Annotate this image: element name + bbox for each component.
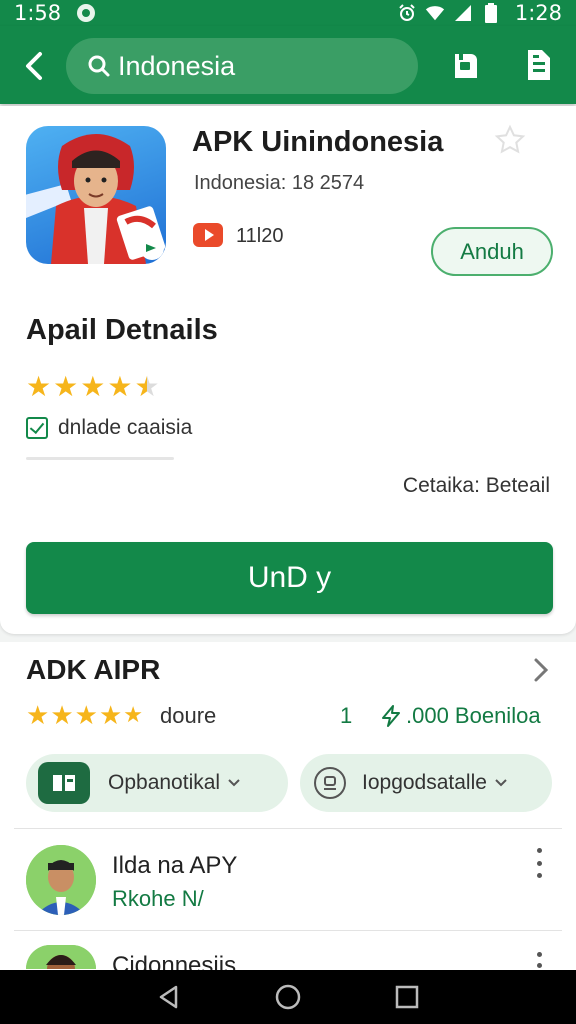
app-icon[interactable] xyxy=(26,126,166,264)
star-icon: ★ xyxy=(123,702,143,727)
star-icon: ★ xyxy=(26,700,50,730)
apk-rating-stars: ★ ★ ★ ★ ★ xyxy=(26,700,143,730)
triangle-back-icon xyxy=(160,985,178,1009)
avatar-image xyxy=(26,945,96,969)
half-star-icon: ★ xyxy=(134,371,160,402)
star-icon: ★ xyxy=(50,700,74,730)
alarm-icon xyxy=(397,3,417,23)
document-icon xyxy=(528,50,550,80)
more-options-button[interactable] xyxy=(532,952,546,968)
downloads-count: .000 Boeniloa xyxy=(380,703,541,729)
nav-recents-button[interactable] xyxy=(391,981,423,1013)
status-time-right: 1:28 xyxy=(514,1,562,25)
more-options-button[interactable] xyxy=(532,848,546,878)
count-value: 1 xyxy=(340,703,353,728)
square-recents-icon xyxy=(395,985,418,1009)
bookmark-button[interactable] xyxy=(450,50,482,82)
primary-action-button[interactable]: UnD y xyxy=(26,542,553,614)
star-icon: ★ xyxy=(98,700,123,730)
status-time: 1:58 xyxy=(14,1,62,25)
search-input[interactable]: Indonesia xyxy=(66,38,418,94)
expand-button[interactable] xyxy=(530,656,554,684)
divider xyxy=(14,828,562,829)
avatar[interactable] xyxy=(26,945,96,969)
avatar-image xyxy=(26,845,96,915)
details-link[interactable]: Cetaika: Beteail xyxy=(403,474,550,498)
app-icon-illustration xyxy=(26,134,166,264)
kebab-dot xyxy=(536,952,542,957)
rating-label: doure xyxy=(160,703,217,728)
kebab-dot xyxy=(536,860,542,866)
checkbox-label: dnlade caaisia xyxy=(58,416,193,439)
app-subtitle: Indonesia: 18 2574 xyxy=(194,172,365,194)
divider xyxy=(26,457,174,460)
system-nav-bar xyxy=(0,970,576,1024)
app-bar: Indonesia xyxy=(0,26,576,104)
status-icons: 1:28 xyxy=(397,1,562,25)
star-icon: ★ xyxy=(80,371,106,402)
filter-chip-2[interactable]: Iopgodsatalle xyxy=(300,754,552,812)
checkbox-row[interactable]: dnlade caaisia xyxy=(26,416,192,440)
circle-home-icon xyxy=(275,984,301,1010)
menu-button[interactable] xyxy=(522,48,554,82)
star-icon: ★ xyxy=(107,371,133,402)
downloads-label: .000 Boeniloa xyxy=(406,703,541,728)
divider xyxy=(14,930,562,931)
favorite-button[interactable] xyxy=(494,124,526,156)
back-arrow-icon xyxy=(26,52,42,80)
app-title: APK Uinindonesia xyxy=(192,126,444,158)
kebab-dot xyxy=(536,963,542,968)
signal-icon xyxy=(453,3,473,23)
bookmark-icon xyxy=(455,54,477,78)
rating-stars: ★ ★ ★ ★ ★ xyxy=(26,372,160,402)
avatar[interactable] xyxy=(26,845,96,915)
wifi-icon xyxy=(425,3,445,23)
details-section-title: Apail Detnails xyxy=(26,314,218,346)
filter-chip-1[interactable]: Opbanotikal xyxy=(26,754,288,812)
youtube-icon xyxy=(193,223,223,247)
kebab-dot xyxy=(536,873,542,878)
chevron-right-icon xyxy=(534,658,549,682)
back-button[interactable] xyxy=(14,48,54,84)
status-bar: 1:58 1:28 xyxy=(0,0,576,26)
chip-label: Iopgodsatalle xyxy=(362,771,487,794)
checkbox-icon[interactable] xyxy=(26,417,48,439)
chevron-down-icon xyxy=(495,779,507,787)
chevron-down-icon xyxy=(228,779,240,787)
star-icon: ★ xyxy=(53,371,79,402)
list-item-title[interactable]: Ilda na APY xyxy=(112,852,237,880)
notification-icon xyxy=(77,4,96,22)
install-button[interactable]: Anduh xyxy=(431,227,553,276)
nav-back-button[interactable] xyxy=(153,981,185,1013)
search-query: Indonesia xyxy=(118,50,236,81)
book-icon xyxy=(38,762,90,804)
video-count: 11l20 xyxy=(236,225,284,247)
battery-icon xyxy=(481,3,501,23)
nav-home-button[interactable] xyxy=(272,981,304,1013)
star-icon: ★ xyxy=(26,371,52,402)
apk-section-title: ADK AIPR xyxy=(26,654,161,685)
star-outline-icon xyxy=(494,124,526,154)
kebab-dot xyxy=(536,848,542,853)
list-item-subtitle: Rkohe N/ xyxy=(112,886,204,911)
star-icon: ★ xyxy=(74,700,98,730)
search-icon xyxy=(86,53,112,79)
lightning-icon xyxy=(382,705,400,727)
profile-icon xyxy=(314,767,346,799)
chip-label: Opbanotikal xyxy=(108,771,221,794)
list-item-title[interactable]: Cidonnesiis xyxy=(112,952,236,970)
